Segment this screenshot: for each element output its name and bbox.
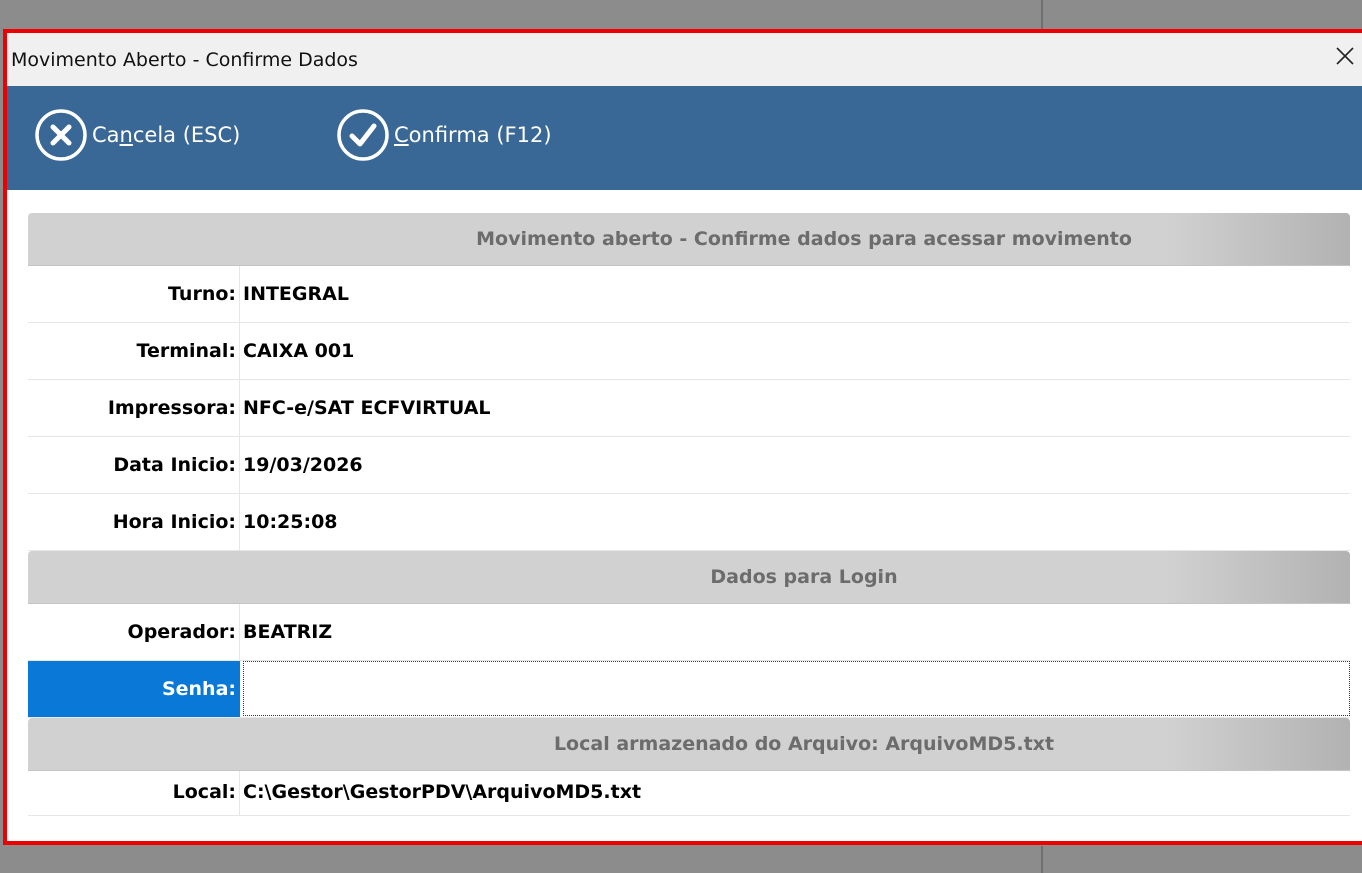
field-value: 19/03/2026 [243,454,363,476]
field-value: CAIXA 001 [243,340,355,362]
title-bar: Movimento Aberto - Confirme Dados [7,33,1362,86]
field-value: INTEGRAL [243,283,349,305]
section-header-arquivo: Local armazenado do Arquivo: ArquivoMD5.… [28,718,1350,771]
field-value: C:\Gestor\GestorPDV\ArquivoMD5.txt [243,781,642,803]
senha-field-wrap[interactable] [240,661,1350,717]
row-hora-inicio: Hora Inicio: 10:25:08 [28,494,1350,551]
operador-field[interactable]: BEATRIZ [240,604,1350,660]
window-title: Movimento Aberto - Confirme Dados [11,49,358,71]
cancel-button[interactable]: Cancela (ESC) [34,108,240,162]
background-divider [1041,0,1043,30]
background-divider [1041,846,1043,873]
senha-input[interactable] [243,661,1350,716]
row-operador[interactable]: Operador: BEATRIZ [28,604,1350,661]
row-turno: Turno: INTEGRAL [28,266,1350,323]
field-label: Local: [28,771,240,815]
row-impressora: Impressora: NFC-e/SAT ECFVIRTUAL [28,380,1350,437]
field-label: Terminal: [28,323,240,379]
field-label: Data Inicio: [28,437,240,493]
field-label: Hora Inicio: [28,494,240,550]
confirm-dialog: Movimento Aberto - Confirme Dados Cancel… [3,29,1362,845]
field-value: NFC-e/SAT ECFVIRTUAL [243,397,491,419]
row-terminal: Terminal: CAIXA 001 [28,323,1350,380]
section-header-login: Dados para Login [28,551,1350,604]
close-icon[interactable] [1330,41,1360,71]
row-data-inicio: Data Inicio: 19/03/2026 [28,437,1350,494]
check-circle-icon [337,109,389,161]
field-label: Turno: [28,266,240,322]
confirm-button[interactable]: Confirma (F12) [336,108,552,162]
field-label: Impressora: [28,380,240,436]
row-senha[interactable]: Senha: [28,661,1350,718]
cancel-button-label: Cancela (ESC) [92,123,241,147]
cancel-x-circle-icon [35,109,87,161]
section-header-movimento: Movimento aberto - Confirme dados para a… [28,213,1350,266]
toolbar: Cancela (ESC) Confirma (F12) [7,86,1362,190]
form-panel: Movimento aberto - Confirme dados para a… [28,213,1350,816]
field-label: Operador: [28,604,240,660]
field-value: 10:25:08 [243,511,338,533]
confirm-button-label: Confirma (F12) [394,123,552,147]
row-local: Local: C:\Gestor\GestorPDV\ArquivoMD5.tx… [28,771,1350,816]
field-label: Senha: [28,661,240,717]
